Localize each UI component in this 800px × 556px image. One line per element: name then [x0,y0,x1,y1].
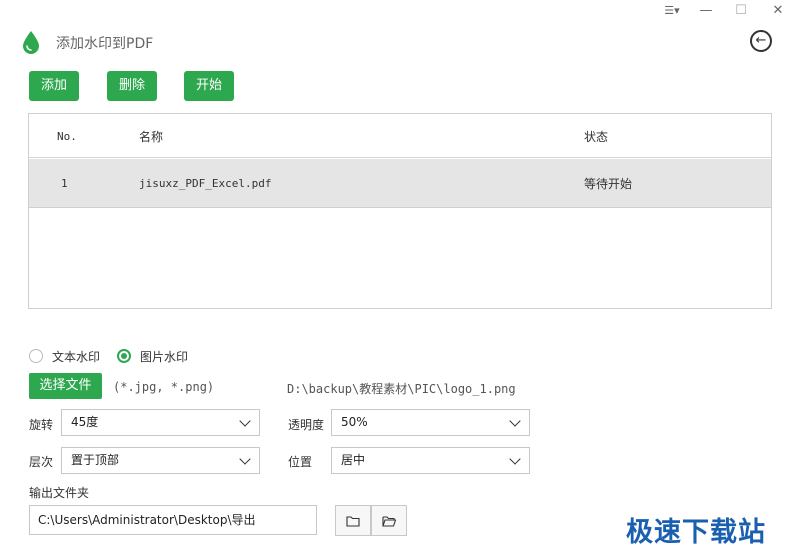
image-watermark-label[interactable]: 图片水印 [140,348,188,365]
opacity-select[interactable]: 50% [331,409,530,436]
back-arrow-icon: ← [755,33,767,48]
site-watermark: 极速下载站 [626,517,766,548]
header-status: 状态 [584,130,609,144]
row-name: jisuxz_PDF_Excel.pdf [139,177,272,190]
chevron-down-icon [509,415,521,427]
chevron-down-icon [509,453,521,465]
app-title: 添加水印到PDF [56,36,154,52]
back-button[interactable]: ← [750,30,772,52]
output-folder-label: 输出文件夹 [29,486,90,500]
rotate-select[interactable]: 45度 [61,409,260,436]
file-table: No. 名称 状态 1 jisuxz_PDF_Excel.pdf 等待开始 [28,113,772,309]
position-select[interactable]: 居中 [331,447,530,474]
choose-file-button[interactable]: 选择文件 [29,373,102,399]
rotate-label: 旋转 [29,418,54,432]
browse-folder-button[interactable] [335,505,371,536]
delete-button[interactable]: 删除 [107,71,157,101]
layer-value: 置于顶部 [71,453,120,467]
position-label: 位置 [288,455,313,469]
table-header: No. 名称 状态 [29,114,771,158]
header-name: 名称 [139,130,164,144]
open-folder-button[interactable] [371,505,407,536]
layer-label: 层次 [29,455,54,469]
menu-button[interactable]: ☰▾ [660,2,684,20]
folder-icon [346,515,360,527]
image-watermark-radio[interactable] [117,349,131,363]
maximize-button[interactable]: ☐ [729,2,753,20]
position-value: 居中 [341,453,366,467]
image-path: D:\backup\教程素材\PIC\logo_1.png [287,382,516,396]
droplet-icon [23,31,39,54]
opacity-value: 50% [341,415,368,429]
header-no: No. [57,130,77,143]
table-row[interactable]: 1 jisuxz_PDF_Excel.pdf 等待开始 [29,159,771,208]
text-watermark-label[interactable]: 文本水印 [52,348,100,365]
chevron-down-icon [239,453,251,465]
folder-open-icon [382,515,397,527]
close-button[interactable]: ✕ [766,2,790,20]
rotate-value: 45度 [71,415,99,429]
start-button[interactable]: 开始 [184,71,234,101]
row-no: 1 [61,177,68,190]
chevron-down-icon [239,415,251,427]
opacity-label: 透明度 [288,418,325,432]
text-watermark-radio[interactable] [29,349,43,363]
layer-select[interactable]: 置于顶部 [61,447,260,474]
output-path-input[interactable]: C:\Users\Administrator\Desktop\导出 [29,505,317,535]
minimize-button[interactable]: — [694,2,718,20]
add-button[interactable]: 添加 [29,71,79,101]
row-status: 等待开始 [584,177,633,191]
file-type-hint: (*.jpg, *.png) [113,380,215,394]
